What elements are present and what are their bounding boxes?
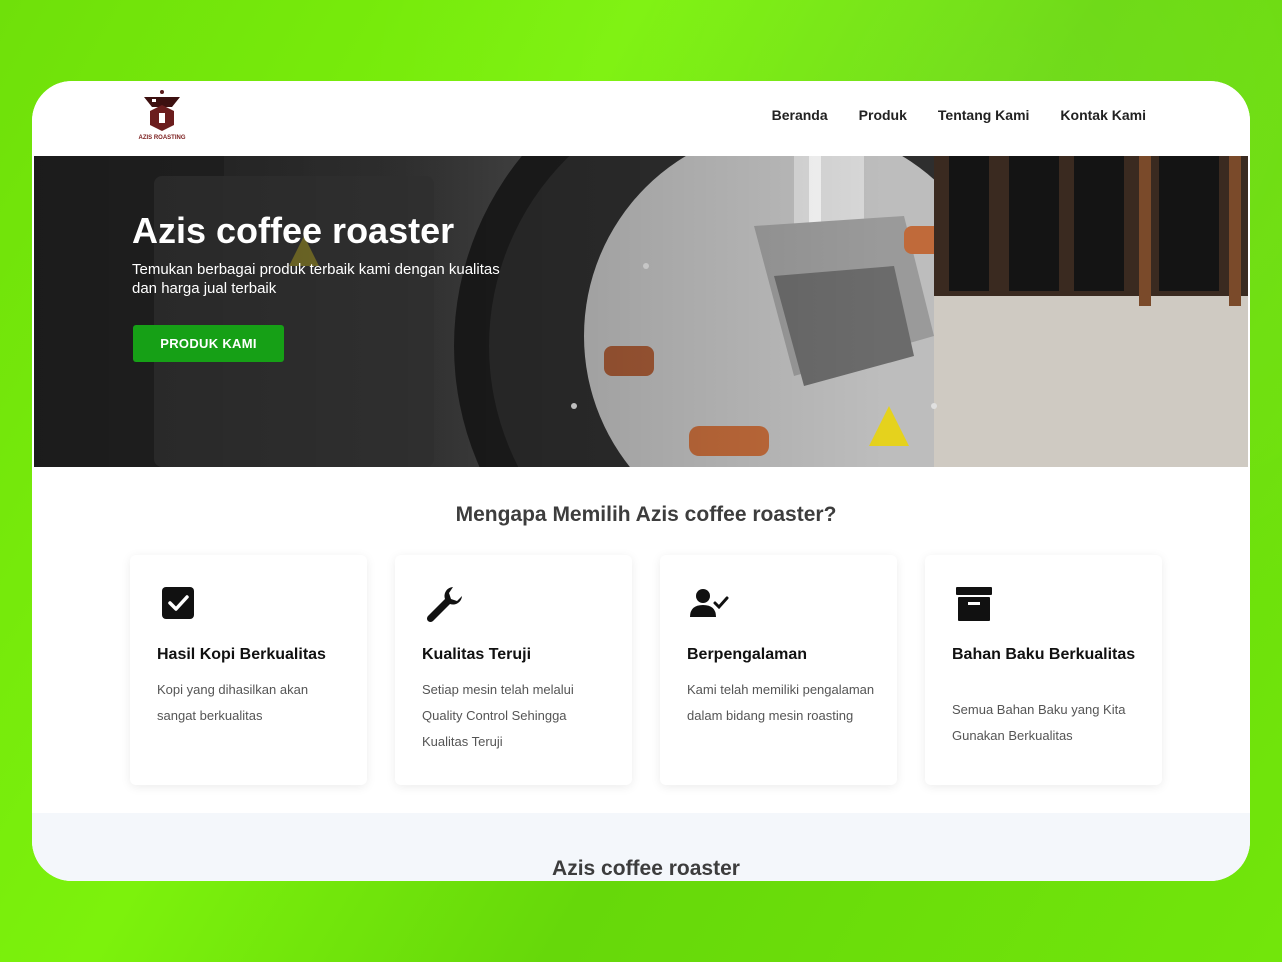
checkbox-icon <box>160 585 200 625</box>
card-text: Setiap mesin telah melalui Quality Contr… <box>422 682 574 749</box>
archive-box-icon <box>955 585 995 625</box>
why-section: Mengapa Memilih Azis coffee roaster? Has… <box>32 467 1250 813</box>
user-check-icon <box>690 585 730 625</box>
feature-card: Bahan Baku Berkualitas Semua Bahan Baku … <box>925 555 1162 785</box>
nav-beranda[interactable]: Beranda <box>772 107 828 123</box>
logo-text: AZIS ROASTING <box>138 135 186 141</box>
card-title: Hasil Kopi Berkualitas <box>157 646 326 663</box>
feature-card: Kualitas Teruji Setiap mesin telah melal… <box>395 555 632 785</box>
hero-overlay <box>34 156 1248 467</box>
card-text: Kopi yang dihasilkan akan sangat berkual… <box>157 682 309 723</box>
navbar: AZIS ROASTING Beranda Produk Tentang Kam… <box>32 81 1250 156</box>
feature-card: Berpengalaman Kami telah memiliki pengal… <box>660 555 897 785</box>
nav-produk[interactable]: Produk <box>859 107 907 123</box>
roaster-logo-icon <box>144 90 180 131</box>
wrench-icon <box>425 585 465 625</box>
browser-frame: AZIS ROASTING Beranda Produk Tentang Kam… <box>32 81 1250 881</box>
about-title: Azis coffee roaster <box>552 857 740 880</box>
feature-card: Hasil Kopi Berkualitas Kopi yang dihasil… <box>130 555 367 785</box>
nav-tentang-kami[interactable]: Tentang Kami <box>938 107 1030 123</box>
hero-banner: Azis coffee roaster Temukan berbagai pro… <box>34 156 1248 467</box>
card-title: Berpengalaman <box>687 646 808 663</box>
hero-title: Azis coffee roaster <box>132 210 455 251</box>
card-title: Bahan Baku Berkualitas <box>952 646 1136 663</box>
produk-kami-button[interactable]: PRODUK KAMI <box>133 325 284 362</box>
hero-subtitle: Temukan berbagai produk terbaik kami den… <box>132 261 500 297</box>
brand-logo[interactable]: AZIS ROASTING <box>132 89 192 145</box>
card-text: Semua Bahan Baku yang Kita Gunakan Berku… <box>952 702 1126 743</box>
why-title: Mengapa Memilih Azis coffee roaster? <box>455 503 837 526</box>
card-title: Kualitas Teruji <box>422 646 532 663</box>
nav-kontak-kami[interactable]: Kontak Kami <box>1060 107 1146 123</box>
about-section: Azis coffee roaster <box>32 813 1250 881</box>
nav-links: Beranda Produk Tentang Kami Kontak Kami <box>772 107 1146 123</box>
card-text: Kami telah memiliki pengalaman dalam bid… <box>687 682 875 723</box>
